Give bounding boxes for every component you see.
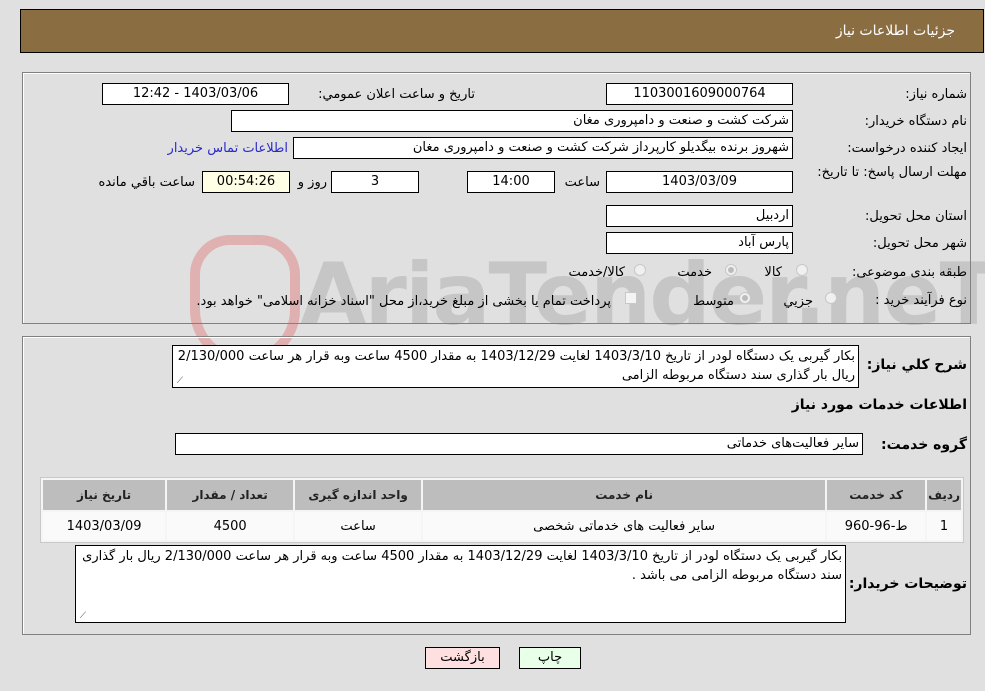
service-group-field: سایر فعالیت‌های خدماتی [175,433,863,455]
deadline-label: مهلت ارسال پاسخ: تا تاریخ: [817,165,967,180]
category-option-goods: کالا [764,265,782,280]
buyer-org-field: شرکت کشت و صنعت و دامپروری مغان [231,110,793,132]
cell-row-number: 1 [927,512,961,540]
back-button[interactable]: بازگشت [425,647,500,669]
category-radio-service[interactable] [725,264,737,276]
announce-datetime-field: 1403/03/06 - 12:42 [102,83,289,105]
cell-unit: ساعت [295,512,422,540]
description-textarea[interactable]: بکار گیربی یک دستگاه لودر از تاریخ 1403/… [172,345,859,388]
process-label: نوع فرآيند خريد : [875,293,967,308]
col-unit: واحد اندازه گيری [295,480,422,510]
category-radio-goods-service[interactable] [634,264,646,276]
print-button[interactable]: چاپ [519,647,581,669]
category-radio-goods[interactable] [796,264,808,276]
process-radio-medium[interactable] [739,292,751,304]
creator-label: ايجاد کننده درخواست: [847,141,967,156]
category-option-goods-service: کالا/خدمت [568,265,625,280]
service-group-label: گروه خدمت: [881,437,967,453]
remaining-time-field: 00:54:26 [202,171,290,193]
cell-need-date: 1403/03/09 [43,512,166,540]
col-row-number: رديف [927,480,961,510]
table-row: 1 ط-96-960 سایر فعالیت های خدماتی شخصی س… [43,512,961,540]
description-text: بکار گیربی یک دستگاه لودر از تاریخ 1403/… [177,349,855,383]
cell-quantity: 4500 [167,512,294,540]
buyer-org-label: نام دستگاه خريدار: [864,114,967,129]
col-service-name: نام خدمت [423,480,826,510]
city-label: شهر محل تحويل: [872,236,967,251]
services-table: رديف کد خدمت نام خدمت واحد اندازه گيری ت… [40,477,964,543]
remaining-time-label: ساعت باقي مانده [98,175,195,190]
col-service-code: کد خدمت [827,480,926,510]
process-option-medium: متوسط [693,294,734,309]
cell-service-code: ط-96-960 [827,512,926,540]
page-title: جزئيات اطلاعات نیاز [835,23,955,39]
province-field: اردبیل [606,205,793,227]
category-label: طبقه بندی موضوعی: [851,265,967,280]
cell-service-name: سایر فعالیت های خدماتی شخصی [423,512,826,540]
services-heading: اطلاعات خدمات مورد نياز [791,397,967,413]
process-radio-minor[interactable] [825,292,837,304]
treasury-note: پرداخت تمام یا بخشی از مبلغ خرید،از محل … [196,294,611,309]
need-number-field: 1103001609000764 [606,83,793,105]
need-number-label: شماره نیاز: [905,87,967,102]
province-label: استان محل تحويل: [865,209,967,224]
deadline-date-field: 1403/03/09 [606,171,793,193]
deadline-time-field: 14:00 [467,171,555,193]
resize-grip-icon[interactable]: ⟋ [78,612,86,621]
col-need-date: تاريخ نياز [43,480,166,510]
resize-grip-icon[interactable]: ⟋ [175,377,183,386]
process-option-minor: جزيي [783,294,813,309]
announce-label: تاریخ و ساعت اعلان عمومي: [318,87,475,102]
creator-field: شهروز برنده بیگدیلو کارپرداز شرکت کشت و … [293,137,793,159]
deadline-time-label: ساعت [564,175,600,190]
treasury-checkbox[interactable] [625,292,637,304]
buyer-notes-textarea[interactable]: بکار گیربی یک دستگاه لودر از تاریخ 1403/… [75,545,846,623]
page-header: جزئيات اطلاعات نیاز [20,9,984,53]
table-header-row: رديف کد خدمت نام خدمت واحد اندازه گيری ت… [43,480,961,510]
description-label: شرح کلي نياز: [866,357,967,373]
category-option-service: خدمت [677,265,712,280]
buyer-notes-text: بکار گیربی یک دستگاه لودر از تاریخ 1403/… [82,549,842,583]
col-quantity: تعداد / مقدار [167,480,294,510]
buyer-notes-label: توضيحات خريدار: [848,576,967,592]
city-field: پارس آباد [606,232,793,254]
buyer-contact-link[interactable]: اطلاعات تماس خریدار [168,141,288,156]
days-remaining-field: 3 [331,171,419,193]
days-label: روز و [297,175,327,190]
